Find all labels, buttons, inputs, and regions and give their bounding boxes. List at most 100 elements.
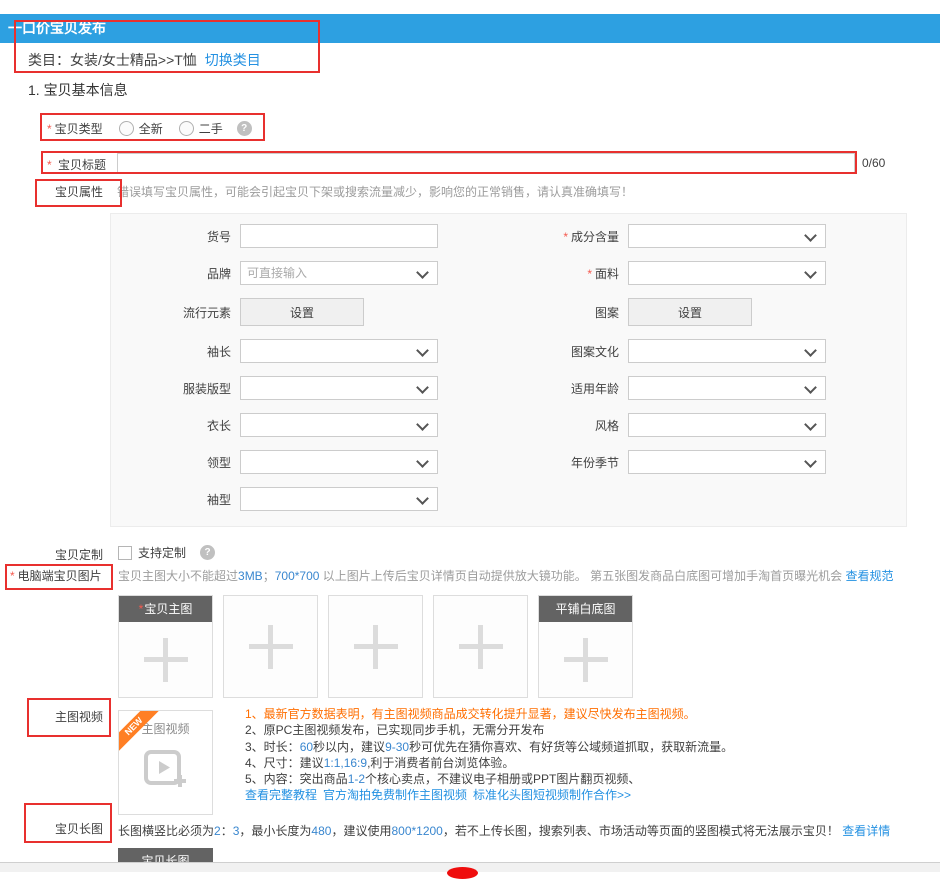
property-row: 袖长 — [111, 339, 496, 363]
property-row: 袖型 — [111, 487, 496, 511]
category-label: 类目：女装/女士精品>>T恤 — [28, 50, 197, 70]
video-upload-tile[interactable]: NEW 主图视频 — [118, 710, 213, 815]
plus-icon — [459, 625, 503, 669]
view-detail-link[interactable]: 查看详情 — [842, 824, 890, 838]
video-note: 5、内容：突出商品1-2个核心卖点，不建议电子相册或PPT图片翻页视频、 — [245, 771, 733, 787]
tile-header-label: 平铺白底图 — [555, 602, 615, 616]
long-image-upload-tile[interactable]: 宝贝长图 — [118, 848, 213, 863]
video-help-link[interactable]: 查看完整教程 — [245, 788, 317, 802]
property-row: 货号 — [111, 224, 496, 248]
property-label: 品牌 — [207, 267, 231, 281]
item-type-radio-option[interactable]: 二手 — [179, 120, 223, 137]
item-title-input[interactable] — [117, 153, 855, 174]
property-label: 图案 — [595, 306, 619, 320]
property-label: 成分含量 — [571, 230, 619, 244]
property-row: 图案文化 — [499, 339, 904, 363]
help-icon[interactable]: ? — [200, 545, 215, 560]
pc-images-description: 宝贝主图大小不能超过3MB；700*700 以上图片上传后宝贝详情页自动提供放大… — [118, 567, 893, 584]
item-props-label: 宝贝属性 — [55, 183, 103, 200]
property-row: 衣长 — [111, 413, 496, 437]
video-links: 查看完整教程官方淘拍免费制作主图视频标准化头图短视频制作合作>> — [245, 787, 733, 803]
property-row: *面料 — [499, 261, 904, 285]
props-right-column: *成分含量 *面料 图案 — [499, 224, 904, 487]
chevron-down-icon — [804, 418, 817, 431]
image-upload-tile[interactable]: 平铺白底图 — [538, 595, 633, 698]
view-spec-link[interactable]: 查看规范 — [845, 569, 893, 583]
property-select-dropdown[interactable]: 可直接输入 — [240, 261, 438, 285]
image-upload-tile[interactable] — [328, 595, 423, 698]
property-row: 风格 — [499, 413, 904, 437]
property-select-dropdown[interactable] — [628, 413, 826, 437]
plus-icon — [564, 638, 608, 682]
video-note: 4、尺寸：建议1:1,16:9,利于消费者前台浏览体验。 — [245, 755, 733, 771]
long-image-description: 长图横竖比必须为2：3，最小长度为480，建议使用800*1200，若不上传长图… — [118, 822, 890, 839]
pc-images-label-group: *电脑端宝贝图片 — [10, 567, 102, 584]
property-select-dropdown[interactable] — [628, 376, 826, 400]
item-type-row: * 宝贝类型 全新 二手 ? — [47, 120, 252, 137]
property-row: 服装版型 — [111, 376, 496, 400]
required-asterisk: * — [587, 267, 592, 281]
image-upload-tile[interactable]: *宝贝主图 — [118, 595, 213, 698]
chevron-down-icon — [804, 229, 817, 242]
property-label: 适用年龄 — [571, 382, 619, 396]
video-help-link[interactable]: 标准化头图短视频制作合作>> — [473, 788, 631, 802]
property-select-dropdown[interactable] — [628, 339, 826, 363]
section-title-basic-info: 1. 宝贝基本信息 — [28, 80, 128, 100]
required-asterisk: * — [47, 158, 52, 172]
video-upload-icon — [119, 749, 212, 794]
property-text-input[interactable] — [240, 224, 438, 248]
property-label: 风格 — [595, 419, 619, 433]
switch-category-link[interactable]: 切换类目 — [205, 50, 261, 70]
required-asterisk: * — [10, 569, 15, 583]
property-select-dropdown[interactable] — [628, 261, 826, 285]
props-left-column: 货号 品牌 可直接输入 流行元素 设置 — [111, 224, 496, 524]
image-upload-tile[interactable] — [433, 595, 528, 698]
property-row: 年份季节 — [499, 450, 904, 474]
property-select-dropdown[interactable] — [240, 413, 438, 437]
settings-button[interactable]: 设置 — [240, 298, 364, 326]
property-label: 面料 — [595, 267, 619, 281]
tile-header-label: 宝贝主图 — [144, 602, 192, 616]
video-help-link[interactable]: 官方淘拍免费制作主图视频 — [323, 788, 467, 802]
property-select-dropdown[interactable] — [628, 224, 826, 248]
property-label: 衣长 — [207, 419, 231, 433]
property-label: 袖型 — [207, 493, 231, 507]
select-placeholder: 可直接输入 — [241, 262, 437, 284]
support-custom-label: 支持定制 — [138, 544, 186, 561]
settings-button[interactable]: 设置 — [628, 298, 752, 326]
property-select-dropdown[interactable] — [240, 450, 438, 474]
property-select-dropdown[interactable] — [628, 450, 826, 474]
attributes-panel: 货号 品牌 可直接输入 流行元素 设置 — [110, 213, 907, 527]
item-type-radio-option[interactable]: 全新 — [119, 120, 163, 137]
category-value: 女装/女士精品>>T恤 — [70, 52, 197, 68]
property-row: 图案 设置 — [499, 298, 904, 326]
required-asterisk: * — [47, 122, 52, 136]
radio-icon[interactable] — [179, 121, 194, 136]
property-label: 流行元素 — [183, 306, 231, 320]
chevron-down-icon — [416, 381, 429, 394]
property-select-dropdown[interactable] — [240, 487, 438, 511]
image-upload-tile[interactable] — [223, 595, 318, 698]
tile-header: 平铺白底图 — [539, 596, 632, 622]
pc-images-label: 电脑端宝贝图片 — [18, 569, 102, 583]
tile-header: *宝贝主图 — [119, 596, 212, 622]
radio-icon[interactable] — [119, 121, 134, 136]
category-row: 类目：女装/女士精品>>T恤 切换类目 — [28, 50, 261, 70]
plus-icon — [354, 625, 398, 669]
property-row: *成分含量 — [499, 224, 904, 248]
video-notes: 1、最新官方数据表明，有主图视频商品成交转化提升显著，建议尽快发布主图视频。 2… — [245, 706, 733, 804]
property-label: 货号 — [207, 230, 231, 244]
chevron-down-icon — [416, 492, 429, 505]
item-type-label: 宝贝类型 — [55, 120, 103, 137]
property-select-dropdown[interactable] — [240, 339, 438, 363]
property-label: 服装版型 — [183, 382, 231, 396]
chevron-down-icon — [804, 455, 817, 468]
tile-header: 宝贝长图 — [118, 848, 213, 863]
help-icon[interactable]: ? — [237, 121, 252, 136]
required-asterisk: * — [563, 230, 568, 244]
customization-label: 宝贝定制 — [55, 546, 103, 563]
item-title-label: 宝贝标题 — [58, 158, 106, 172]
support-custom-checkbox[interactable] — [118, 546, 132, 560]
property-label: 图案文化 — [571, 345, 619, 359]
property-select-dropdown[interactable] — [240, 376, 438, 400]
